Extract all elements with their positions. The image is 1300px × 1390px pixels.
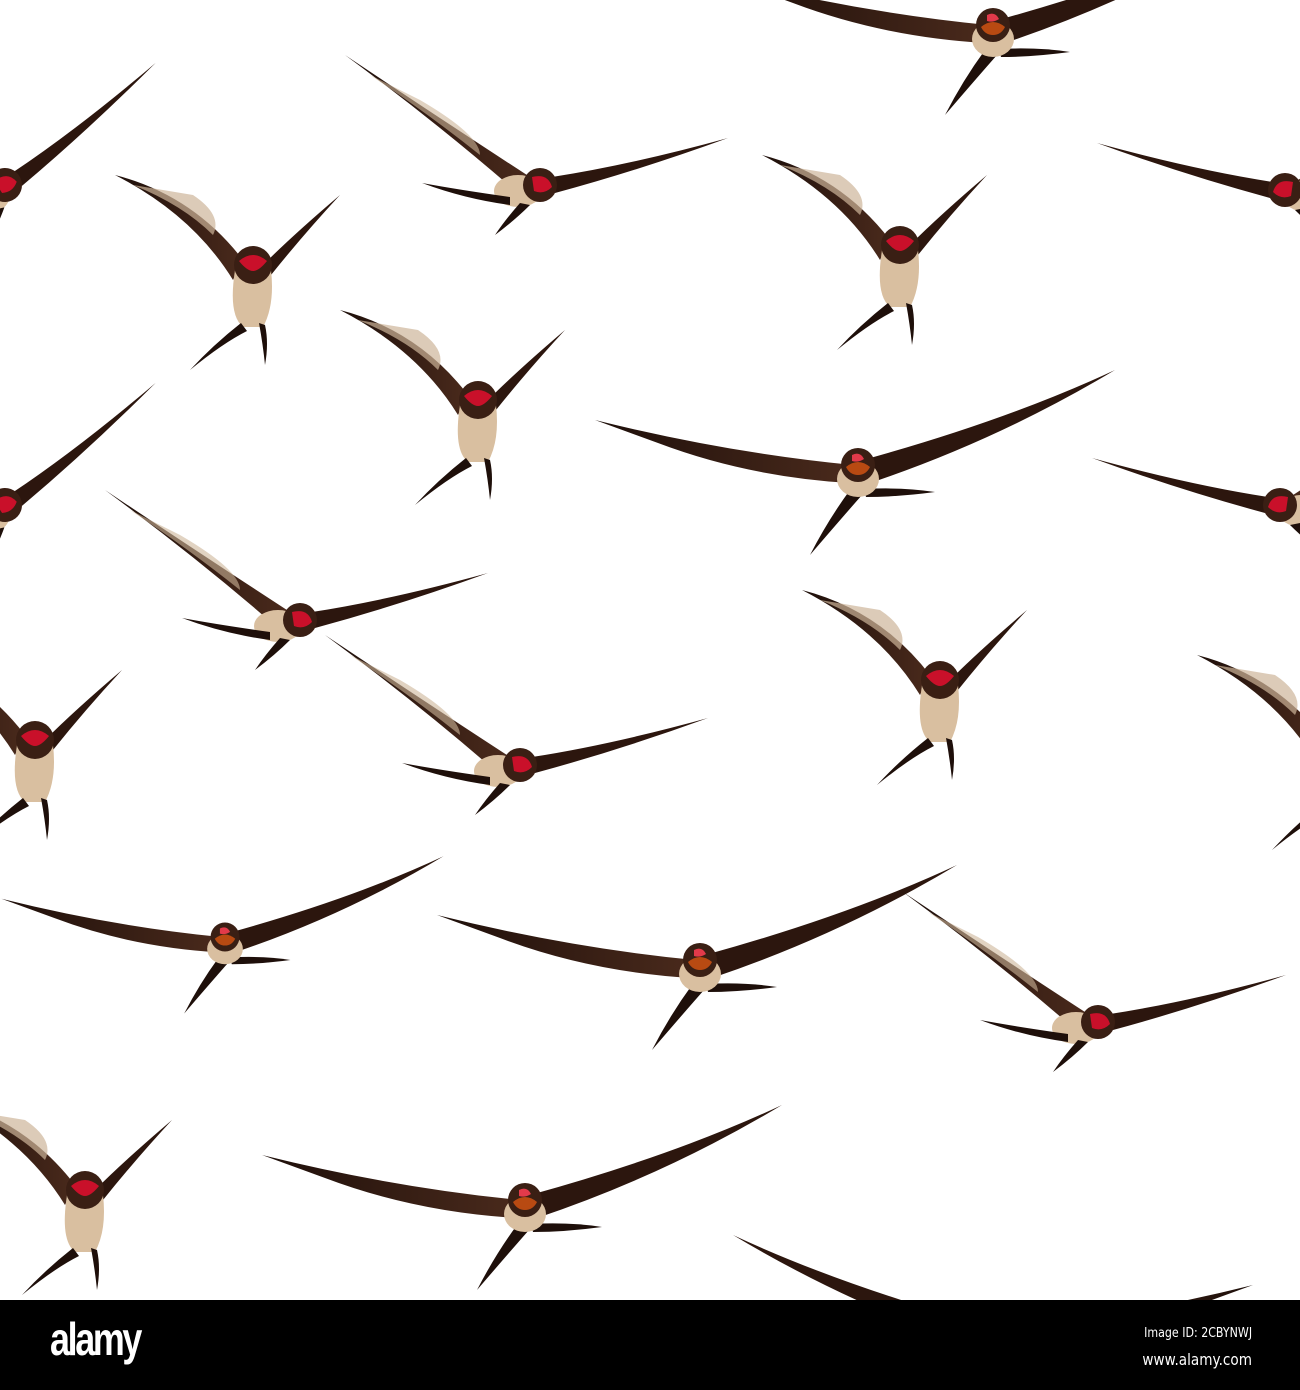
swallow: [325, 635, 708, 815]
stock-image: alamy Image ID: 2CBYNWJ www.alamy.com: [0, 0, 1300, 1390]
swallow: [340, 310, 565, 505]
watermark-footer: alamy Image ID: 2CBYNWJ www.alamy.com: [0, 1300, 1300, 1390]
swallow: [802, 590, 1027, 785]
swallow: [733, 1235, 1253, 1300]
swallow: [105, 490, 488, 670]
swallow-pattern: [0, 0, 1300, 1300]
swallow: [0, 1100, 172, 1295]
swallow: [730, 0, 1250, 115]
image-id: Image ID: 2CBYNWJ: [1143, 1326, 1252, 1341]
alamy-logo: alamy: [50, 1313, 142, 1365]
swallow: [595, 370, 1115, 555]
website-link: www.alamy.com: [1142, 1350, 1252, 1369]
swallow: [1092, 375, 1300, 555]
swallow: [1097, 60, 1300, 240]
swallow: [115, 175, 340, 370]
swallow: [262, 1105, 782, 1290]
swallow: [1197, 655, 1300, 850]
swallow: [762, 155, 987, 350]
swallow: [1, 856, 444, 1014]
swallow: [0, 0, 197, 313]
swallow: [437, 865, 957, 1050]
swallow: [0, 650, 122, 845]
swallow: [903, 892, 1286, 1072]
swallow: [345, 55, 728, 235]
swallow: [0, 307, 197, 633]
